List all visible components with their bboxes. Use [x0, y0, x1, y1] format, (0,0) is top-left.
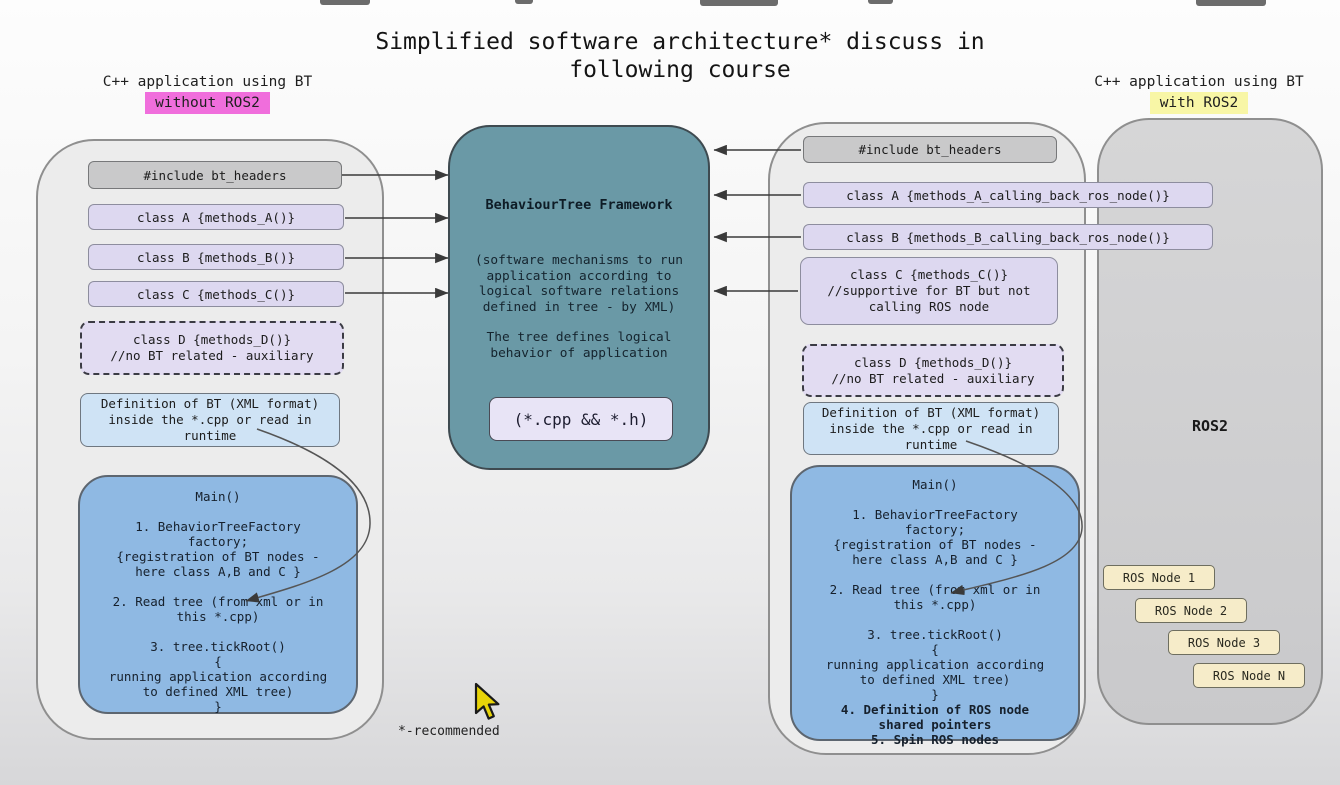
architecture-diagram: Simplified software architecture* discus…: [0, 0, 1340, 785]
arrow-left-definition-to-main: [246, 429, 370, 601]
arrow-right-definition-to-main: [951, 441, 1082, 593]
arrows-layer: [0, 0, 1340, 785]
mouse-cursor-icon: [470, 682, 504, 722]
